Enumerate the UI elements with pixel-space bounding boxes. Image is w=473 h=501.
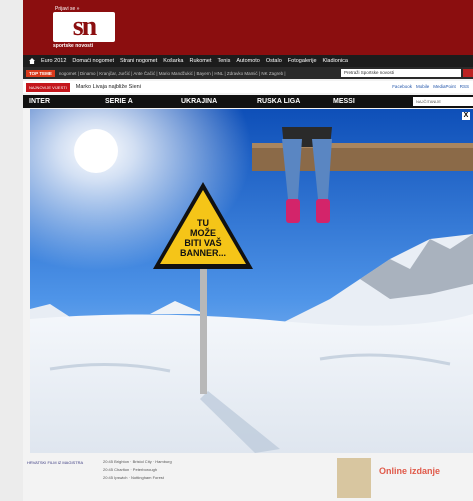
menu-item[interactable]: Kladionica: [323, 58, 348, 64]
magazine-thumbnail[interactable]: [337, 458, 371, 498]
latest-news-bar: NAJNOVIJE VIJESTI Marko Livaja najbliže …: [23, 81, 473, 93]
right-shoe: [316, 199, 330, 223]
social-links: Facebook Mobile MediaPoint RSS: [392, 84, 469, 89]
footer-area: HRVATSKI FILM IZ MAGISTRA 20:45 Brighton…: [23, 452, 473, 501]
fixture-row: 20:45 Charlton · Peterborough: [103, 467, 158, 472]
fixture-row: 20:45 Brighton · Bristol City · Hamburg: [103, 459, 172, 464]
site-search-input[interactable]: Pretraži Sportske novosti: [341, 69, 461, 77]
top-topics-bar: TOP TEME nogomet | Dinamo | Kranjčar, Ju…: [23, 67, 473, 79]
tab-ruska-liga[interactable]: RUSKA LIGA: [251, 98, 327, 105]
mediapoint-link[interactable]: MediaPoint: [433, 84, 456, 89]
header-band: Prijavi se » sn sportske novosti: [23, 0, 473, 55]
fixtures-list: 20:45 Brighton · Bristol City · Hamburg …: [103, 458, 172, 482]
latest-news-tag: NAJNOVIJE VIJESTI: [26, 82, 70, 92]
sign-text-line: TU: [197, 218, 209, 228]
left-shoe: [286, 199, 300, 223]
top-topics-links[interactable]: nogomet | Dinamo | Kranjčar, Jurčić | An…: [59, 71, 329, 76]
site-logo-subtitle: sportske novosti: [53, 43, 94, 49]
ad-banner-overlay[interactable]: TU MOŽE BITI VAŠ BANNER... X: [30, 109, 473, 453]
sign-text-line: BITI VAŠ: [184, 237, 221, 248]
menu-item[interactable]: Košarka: [163, 58, 183, 64]
online-edition-link[interactable]: Online izdanje: [379, 466, 440, 476]
tab-messi[interactable]: MESSI: [327, 98, 403, 105]
menu-item[interactable]: Rukomet: [189, 58, 211, 64]
top-topics-tag: TOP TEME: [26, 69, 55, 77]
menu-item[interactable]: Tenis: [217, 58, 230, 64]
menu-item[interactable]: Automoto: [236, 58, 260, 64]
tab-serie-a[interactable]: SERIE A: [99, 98, 175, 105]
menu-item[interactable]: Domaći nogomet: [72, 58, 114, 64]
site-logo[interactable]: sn: [53, 12, 115, 42]
menu-item[interactable]: Euro 2012: [41, 58, 66, 64]
rss-link[interactable]: RSS: [460, 84, 469, 89]
search-button[interactable]: [463, 69, 473, 77]
tab-inter[interactable]: INTER: [23, 98, 99, 105]
fixture-row: 20:45 Ipswich · Nottingham Forest: [103, 475, 164, 480]
close-icon[interactable]: X: [462, 112, 470, 120]
home-icon[interactable]: [29, 58, 35, 64]
sign-text-line: MOŽE: [190, 227, 216, 238]
tab-ukrajina[interactable]: UKRAJINA: [175, 98, 251, 105]
main-menu: Euro 2012 Domaći nogomet Strani nogomet …: [23, 55, 473, 67]
menu-item[interactable]: Strani nogomet: [120, 58, 157, 64]
menu-item[interactable]: Fotogalerije: [288, 58, 317, 64]
facebook-link[interactable]: Facebook: [392, 84, 412, 89]
topic-tabs: INTER SERIE A UKRAJINA RUSKA LIGA MESSI …: [23, 95, 473, 108]
footer-article-title[interactable]: HRVATSKI FILM IZ MAGISTRA: [27, 460, 97, 466]
mobile-link[interactable]: Mobile: [416, 84, 429, 89]
ad-banner-image: TU MOŽE BITI VAŠ BANNER...: [30, 109, 473, 453]
latest-news-headline[interactable]: Marko Livaja najbliže Sieni: [76, 84, 141, 90]
sun: [74, 129, 118, 173]
menu-item[interactable]: Ostalo: [266, 58, 282, 64]
most-read-tab[interactable]: NAJČITANIJE: [413, 97, 473, 106]
sign-post: [200, 259, 207, 394]
sign-text-line: BANNER...: [180, 248, 226, 258]
